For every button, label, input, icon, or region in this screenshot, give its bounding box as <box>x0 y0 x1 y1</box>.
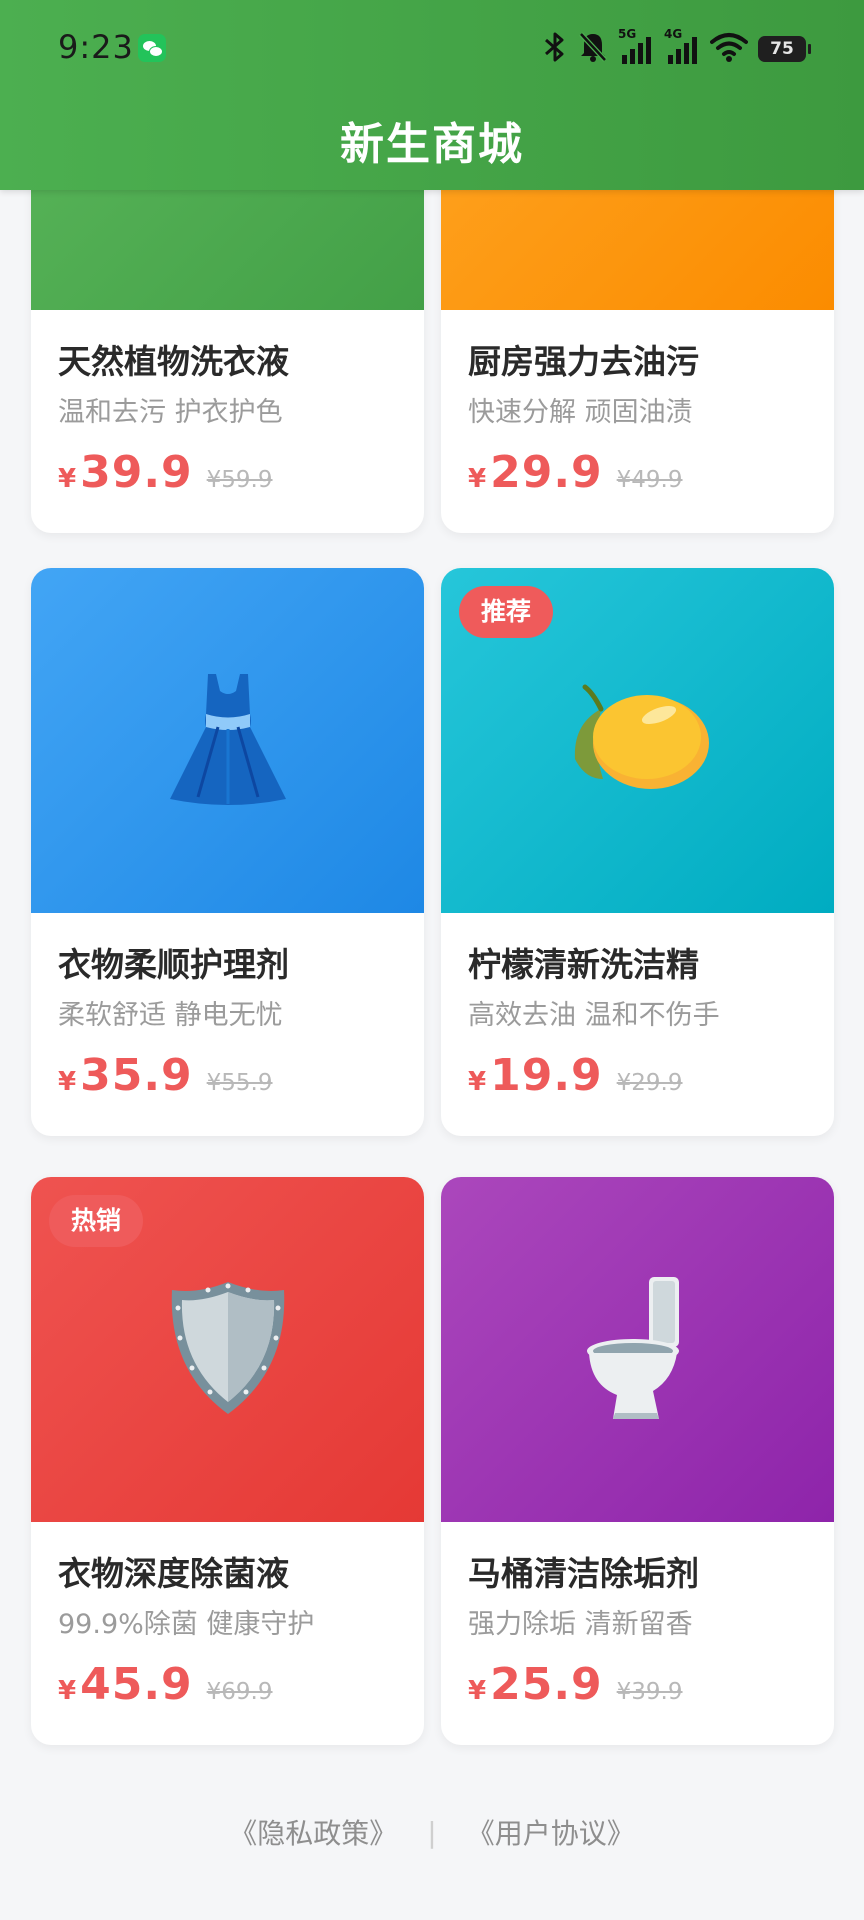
product-card[interactable]: 推荐 柠檬清新洗洁精 高效去油 温和不伤手 ¥ 19.9 ¥29.9 <box>441 568 834 1136</box>
product-subtitle: 强力除垢 清新留香 <box>468 1609 693 1640</box>
product-price: 19.9 <box>490 1050 603 1101</box>
product-card[interactable]: 衣物柔顺护理剂 柔软舒适 静电无忧 ¥ 35.9 ¥55.9 <box>31 568 424 1136</box>
product-card[interactable]: 马桶清洁除垢剂 强力除垢 清新留香 ¥ 25.9 ¥39.9 <box>441 1177 834 1745</box>
battery-icon: 75 <box>758 36 811 62</box>
price-row: ¥ 25.9 ¥39.9 <box>468 1659 683 1710</box>
wifi-icon <box>710 31 748 67</box>
toilet-icon <box>583 1273 693 1427</box>
hot-sale-badge: 热销 <box>49 1195 144 1247</box>
product-image <box>441 1177 834 1522</box>
price-row: ¥ 29.9 ¥49.9 <box>468 447 683 498</box>
product-image <box>31 568 424 913</box>
product-price: 45.9 <box>80 1659 193 1710</box>
shield-icon <box>168 1278 288 1422</box>
product-grid: 天然植物洗衣液 温和去污 护衣护色 ¥ 39.9 ¥59.9 厨房强力去油污 快… <box>31 0 834 1760</box>
product-subtitle: 高效去油 温和不伤手 <box>468 1000 720 1031</box>
user-agreement-link[interactable]: 《用户协议》 <box>467 1812 635 1852</box>
status-bar: 9:23 5G 4G 75 <box>0 0 864 100</box>
wechat-notification-icon <box>138 34 166 62</box>
footer-links: 《隐私政策》 | 《用户协议》 <box>0 1812 864 1852</box>
product-price: 29.9 <box>490 447 603 498</box>
product-title: 厨房强力去油污 <box>468 342 699 381</box>
product-title: 衣物深度除菌液 <box>58 1554 289 1593</box>
price-row: ¥ 39.9 ¥59.9 <box>58 447 273 498</box>
privacy-policy-link[interactable]: 《隐私政策》 <box>229 1812 397 1852</box>
product-image: 热销 <box>31 1177 424 1522</box>
app-header: 9:23 5G 4G 75 新生商城 <box>0 0 864 190</box>
dress-icon <box>168 669 288 813</box>
product-price: 25.9 <box>490 1659 603 1710</box>
currency-symbol: ¥ <box>468 1676 487 1706</box>
product-title: 天然植物洗衣液 <box>58 342 289 381</box>
original-price: ¥29.9 <box>616 1070 683 1096</box>
currency-symbol: ¥ <box>58 1676 77 1706</box>
signal-4g-icon: 4G <box>664 27 700 65</box>
recommend-badge: 推荐 <box>459 586 554 638</box>
product-image: 推荐 <box>441 568 834 913</box>
currency-symbol: ¥ <box>468 1067 487 1097</box>
status-icons: 5G 4G 75 <box>542 27 811 70</box>
product-title: 衣物柔顺护理剂 <box>58 945 289 984</box>
original-price: ¥39.9 <box>616 1679 683 1705</box>
currency-symbol: ¥ <box>58 1067 77 1097</box>
bell-muted-icon <box>578 31 608 67</box>
product-title: 马桶清洁除垢剂 <box>468 1554 699 1593</box>
original-price: ¥59.9 <box>206 467 273 493</box>
lemon-icon <box>563 679 713 803</box>
price-row: ¥ 45.9 ¥69.9 <box>58 1659 273 1710</box>
currency-symbol: ¥ <box>58 464 77 494</box>
status-time: 9:23 <box>58 28 134 66</box>
product-card[interactable]: 热销 衣物深度除菌液 99.9%除菌 健康守护 ¥ 45.9 ¥69.9 <box>31 1177 424 1745</box>
product-title: 柠檬清新洗洁精 <box>468 945 699 984</box>
footer-separator: | <box>427 1815 437 1849</box>
signal-5g-icon: 5G <box>618 27 654 65</box>
product-price: 39.9 <box>80 447 193 498</box>
currency-symbol: ¥ <box>468 464 487 494</box>
original-price: ¥49.9 <box>616 467 683 493</box>
product-subtitle: 柔软舒适 静电无忧 <box>58 1000 283 1031</box>
product-subtitle: 99.9%除菌 健康守护 <box>58 1609 315 1640</box>
original-price: ¥69.9 <box>206 1679 273 1705</box>
price-row: ¥ 35.9 ¥55.9 <box>58 1050 273 1101</box>
original-price: ¥55.9 <box>206 1070 273 1096</box>
product-subtitle: 快速分解 顽固油渍 <box>468 397 693 428</box>
price-row: ¥ 19.9 ¥29.9 <box>468 1050 683 1101</box>
product-subtitle: 温和去污 护衣护色 <box>58 397 283 428</box>
page-title: 新生商城 <box>340 119 524 170</box>
product-price: 35.9 <box>80 1050 193 1101</box>
bluetooth-icon <box>542 31 568 67</box>
